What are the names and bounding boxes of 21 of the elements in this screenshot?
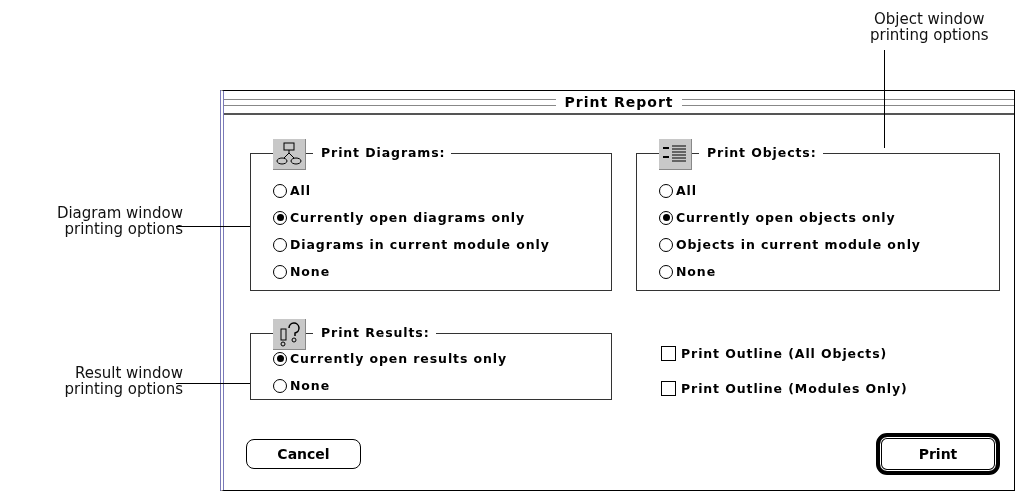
option-label: None	[290, 264, 331, 279]
group-title: Print Objects:	[699, 145, 823, 160]
option-label: Currently open objects only	[676, 210, 896, 225]
callout-label: Object window printing options	[870, 11, 989, 43]
option-label: All	[290, 183, 311, 198]
callout-label: Diagram window printing options	[56, 205, 183, 237]
option-label: Currently open results only	[290, 351, 508, 366]
option-label: Currently open diagrams only	[290, 210, 525, 225]
window-title: Print Report	[556, 94, 682, 110]
callout-label: Result window printing options	[64, 365, 183, 397]
checkbox-label: Print Outline (Modules Only)	[681, 381, 908, 396]
cancel-button[interactable]: Cancel	[246, 439, 361, 469]
group-title: Print Results:	[313, 325, 436, 340]
option-label: Diagrams in current module only	[290, 237, 550, 252]
option-label: Objects in current module only	[676, 237, 921, 252]
option-label: None	[676, 264, 717, 279]
print-button[interactable]: Print	[876, 433, 1000, 475]
option-label: None	[290, 378, 331, 393]
option-label: All	[676, 183, 697, 198]
group-title: Print Diagrams:	[313, 145, 452, 160]
checkbox-label: Print Outline (All Objects)	[681, 346, 888, 361]
